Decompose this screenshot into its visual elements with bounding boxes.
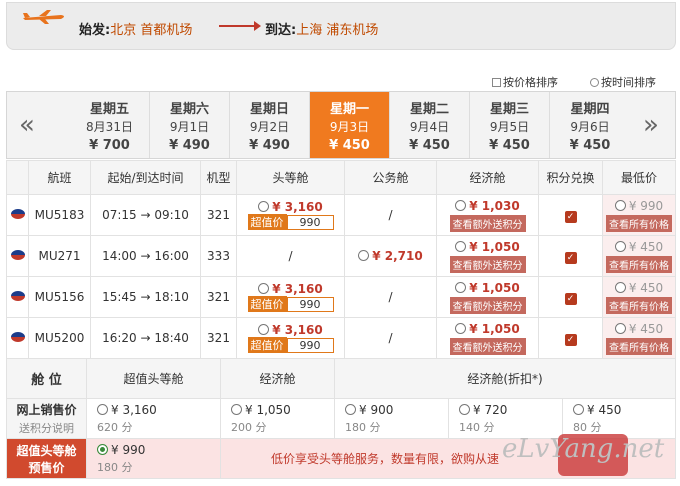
points-info-link[interactable]: 送积分说明 [7,420,86,436]
business-fare: / [344,194,437,236]
prev-week-button[interactable]: « [19,110,35,140]
presale-label: 超值头等舱 [16,443,77,458]
airline-logo-icon [10,250,25,260]
table-row: MU5183 07:15 → 09:10 321 ¥ 3,160 超值价 990 /… [6,194,676,236]
aircraft-type: 333 [200,235,237,277]
table-row: MU5156 15:45 → 18:10 321 ¥ 3,160 超值价 990 /… [6,276,676,318]
fare-radio[interactable] [231,403,242,415]
day-tab[interactable]: 星期二 9月4日 ¥ 450 [390,92,470,158]
destination: 到达:上海 浦东机场 [265,23,379,38]
lowest-price-radio[interactable] [614,322,626,334]
route-arrow-icon [219,21,261,31]
airplane-icon [23,10,64,24]
seat-label: 舱 位 [6,358,87,399]
points-checkbox[interactable]: ✓ [564,333,577,346]
first-class-radio[interactable] [258,324,270,335]
route-bar: 始发:北京 首都机场 到达:上海 浦东机场 [6,2,676,50]
fare-radio[interactable] [573,403,584,415]
view-extra-points-button[interactable]: 查看额外送积分 [449,255,526,273]
online-price-label: 网上销售价 [16,403,77,417]
flight-time: 14:00 → 16:00 [90,235,201,277]
first-fare: / [236,235,345,277]
table-row: MU5200 16:20 → 18:40 321 ¥ 3,160 超值价 990 /… [6,317,676,359]
date-selector: « 星期五 8月31日 ¥ 700 星期六 9月1日 ¥ 490 星期日 9月2日 ¥ 49… [6,91,676,159]
table-row: MU271 14:00 → 16:00 333 / ¥ 2,710 ¥ 1,05… [6,235,676,277]
day-tab[interactable]: 星期四 9月6日 ¥ 450 [550,92,630,158]
fare-radio[interactable] [97,403,108,415]
watermark: eLvYang.net [502,434,665,464]
business-radio[interactable] [358,250,370,261]
fare-col-header: 超值头等舱 [86,358,221,399]
aircraft-type: 321 [200,194,237,236]
business-fare: / [344,317,437,359]
col-header: 起始/到达时间 [90,160,201,195]
view-extra-points-button[interactable]: 查看额外送积分 [449,214,526,232]
first-class-radio[interactable] [258,201,270,212]
flight-number: MU5200 [28,317,91,359]
economy-radio[interactable] [455,199,467,211]
fare-radio[interactable] [345,403,356,415]
economy-radio[interactable] [455,240,467,252]
points-checkbox[interactable]: ✓ [564,210,577,223]
aircraft-type: 321 [200,276,237,318]
day-tab[interactable]: 星期五 8月31日 ¥ 700 [70,92,150,158]
aircraft-type: 321 [200,317,237,359]
points-checkbox[interactable]: ✓ [564,292,577,305]
business-fare: / [344,276,437,318]
points-checkbox[interactable]: ✓ [564,251,577,264]
flight-number: MU271 [28,235,91,277]
view-all-prices-button[interactable]: 查看所有价格 [606,214,672,232]
lowest-price-radio[interactable] [614,240,626,252]
flight-time: 15:45 → 18:10 [90,276,201,318]
view-extra-points-button[interactable]: 查看额外送积分 [449,337,526,355]
first-class-radio[interactable] [258,283,270,294]
col-header: 航班 [28,160,91,195]
airline-logo-icon [10,291,25,301]
day-tab[interactable]: 星期日 9月2日 ¥ 490 [230,92,310,158]
sort-by-time-link[interactable]: 按时间排序 [590,74,656,90]
day-tab[interactable]: 星期六 9月1日 ¥ 490 [150,92,230,158]
fare-col-header: 经济舱 [220,358,335,399]
day-tab[interactable]: 星期三 9月5日 ¥ 450 [470,92,550,158]
col-header: 经济舱 [436,160,539,195]
view-all-prices-button[interactable]: 查看所有价格 [606,337,672,355]
presale-radio[interactable] [97,443,108,455]
col-header: 公务舱 [344,160,437,195]
col-header: 最低价 [602,160,676,195]
economy-radio[interactable] [455,322,467,334]
sort-by-price-link[interactable]: 按价格排序 [492,74,558,90]
fare-col-header: 经济舱(折扣*) [334,358,676,399]
flight-time: 07:15 → 09:10 [90,194,201,236]
view-extra-points-button[interactable]: 查看额外送积分 [449,296,526,314]
yen-icon [492,78,501,87]
col-header [6,160,29,195]
airline-logo-icon [10,209,25,219]
view-all-prices-button[interactable]: 查看所有价格 [606,255,672,273]
clock-icon [590,78,599,87]
col-header: 积分兑换 [538,160,603,195]
fare-radio[interactable] [459,403,470,415]
lowest-price-radio[interactable] [614,281,626,293]
flight-number: MU5183 [28,194,91,236]
flight-number: MU5156 [28,276,91,318]
economy-radio[interactable] [455,281,467,293]
lowest-price-radio[interactable] [614,199,626,211]
col-header: 机型 [200,160,237,195]
flight-table: 航班 起始/到达时间 机型 头等舱 公务舱 经济舱 积分兑换 最低价 MU518… [6,160,676,359]
next-week-button[interactable]: » [643,110,659,140]
day-tab-selected[interactable]: 星期一 9月3日 ¥ 450 [310,92,390,158]
flight-time: 16:20 → 18:40 [90,317,201,359]
col-header: 头等舱 [236,160,345,195]
airline-logo-icon [10,332,25,342]
origin: 始发:北京 首都机场 [79,23,193,38]
view-all-prices-button[interactable]: 查看所有价格 [606,296,672,314]
